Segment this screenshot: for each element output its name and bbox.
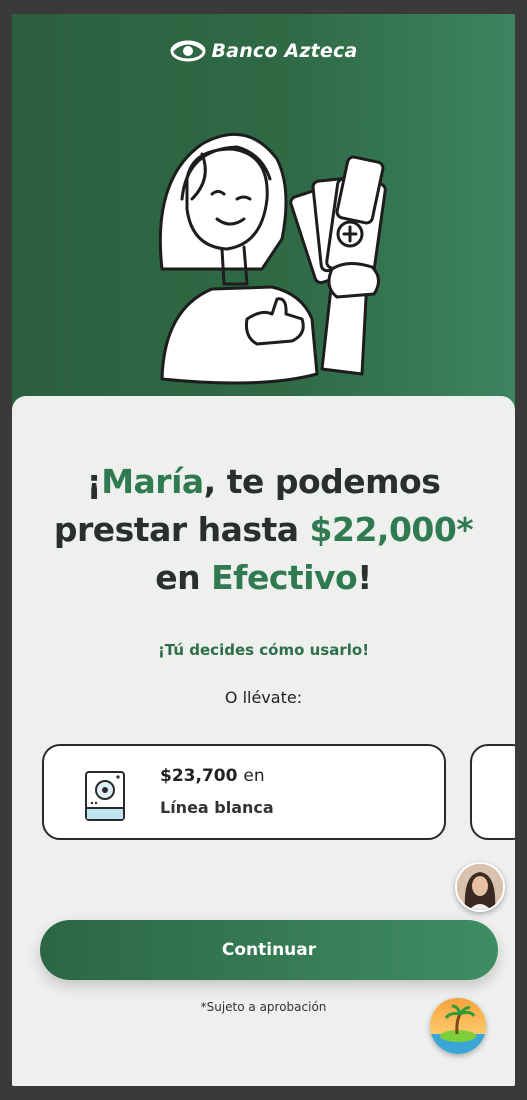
offer-connector: en: [243, 766, 265, 786]
loan-amount: $22,000*: [309, 510, 474, 549]
offer-card: ¡María, te podemos prestar hasta $22,000…: [12, 396, 515, 1086]
offer-amount: $23,700: [160, 766, 238, 786]
loan-product: Efectivo: [211, 558, 358, 597]
next-offer-card[interactable]: [470, 744, 515, 840]
loan-headline: ¡María, te podemos prestar hasta $22,000…: [32, 458, 495, 602]
hero-banner: Banco Azteca: [12, 14, 515, 434]
island-promo-button[interactable]: [430, 998, 486, 1054]
island-icon: [430, 998, 486, 1054]
headline-text: en: [155, 558, 212, 597]
washing-machine-icon: [85, 771, 125, 821]
eye-logo-icon: [170, 40, 205, 62]
offer-option-card[interactable]: $23,700 en Línea blanca: [42, 744, 446, 840]
assistant-avatar-icon: [457, 864, 503, 910]
woman-with-money-illustration: [158, 132, 387, 385]
brand-name: Banco Azteca: [211, 40, 358, 62]
headline-text: ¡: [86, 462, 102, 501]
offer-category: Línea blanca: [160, 798, 274, 817]
tagline: ¡Tú decides cómo usarlo!: [157, 641, 370, 659]
headline-text: !: [357, 558, 372, 597]
alternative-prompt: O llévate:: [224, 688, 303, 707]
offer-amount-line: $23,700 en: [160, 766, 265, 786]
continue-button[interactable]: Continuar: [40, 920, 498, 980]
app-screen: Banco Azteca ¡María, te podemos prestar …: [12, 14, 515, 1086]
assistant-avatar-button[interactable]: [455, 862, 505, 912]
customer-name: María: [101, 462, 204, 501]
brand-header: Banco Azteca: [12, 40, 515, 62]
